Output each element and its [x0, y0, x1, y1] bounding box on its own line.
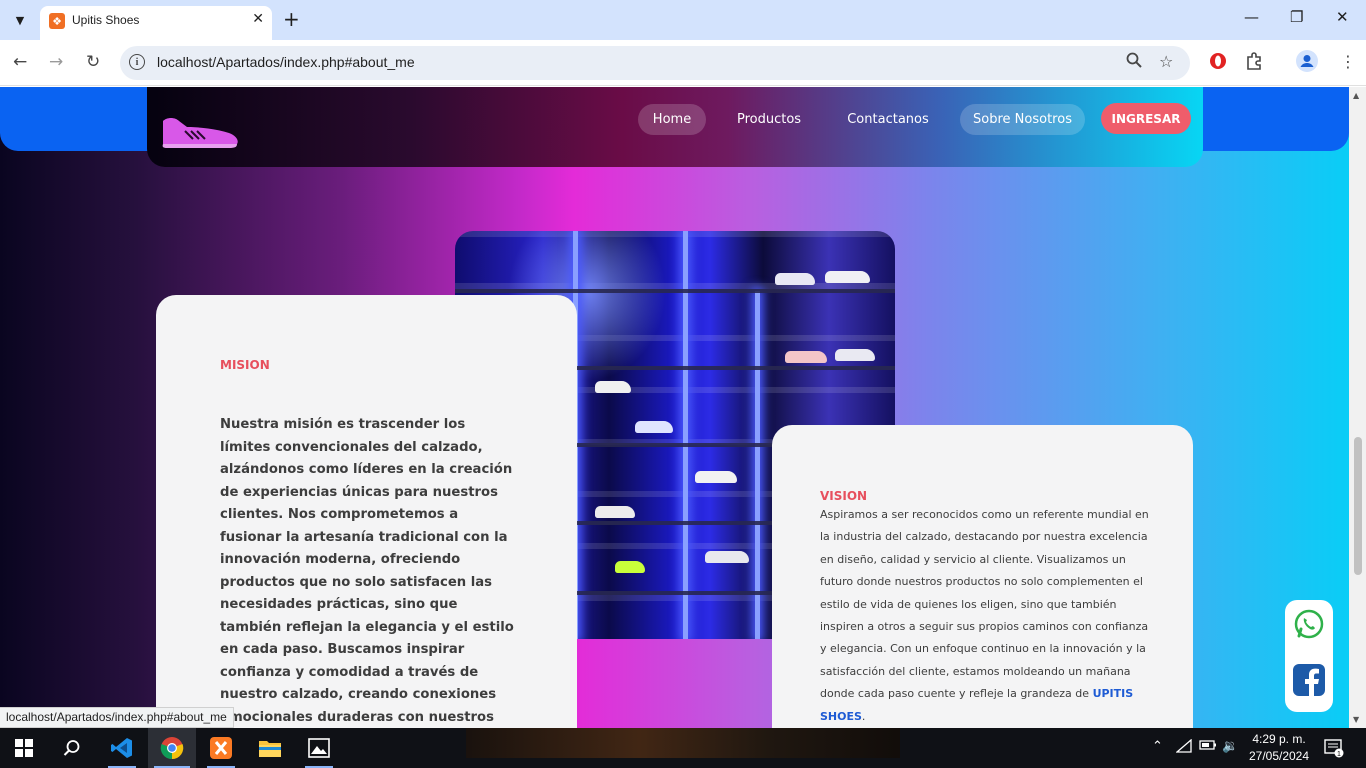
search-icon[interactable]: [48, 728, 96, 768]
social-float-panel: [1285, 600, 1333, 712]
minimize-icon[interactable]: —: [1244, 8, 1259, 26]
bookmark-star-icon[interactable]: ☆: [1159, 52, 1173, 71]
taskbar-clock[interactable]: 4:29 p. m. 27/05/2024: [1242, 731, 1316, 765]
start-windows-icon[interactable]: [0, 728, 48, 768]
address-bar[interactable]: i localhost/Apartados/index.php#about_me…: [120, 46, 1190, 80]
notification-count: 1: [1337, 751, 1341, 758]
site-info-icon[interactable]: i: [129, 54, 145, 70]
tab-search-chevron-icon[interactable]: ▼: [8, 8, 32, 32]
page-scrollbar[interactable]: ▲ ▼: [1349, 87, 1366, 728]
scroll-thumb[interactable]: [1354, 437, 1362, 575]
scroll-up-icon[interactable]: ▲: [1353, 91, 1359, 100]
notification-center-icon[interactable]: 1: [1324, 738, 1344, 762]
mision-title: MISION: [220, 358, 270, 372]
browser-toolbar: ← → ↻ i localhost/Apartados/index.php#ab…: [0, 40, 1366, 86]
chrome-icon[interactable]: [148, 728, 196, 768]
reload-icon[interactable]: ↻: [86, 52, 100, 72]
site-navbar: Home Productos Contactanos Sobre Nosotro…: [147, 87, 1203, 167]
tray-chevron-up-icon[interactable]: ⌃: [1152, 739, 1163, 754]
page-viewport: Home Productos Contactanos Sobre Nosotro…: [0, 87, 1366, 728]
restore-icon[interactable]: ❐: [1290, 8, 1303, 26]
nav-contactanos[interactable]: Contactanos: [837, 104, 939, 135]
address-bar-url[interactable]: localhost/Apartados/index.php#about_me: [157, 54, 415, 70]
file-explorer-icon[interactable]: [246, 728, 294, 768]
mision-card: MISION Nuestra misión es trascender los …: [156, 295, 577, 728]
nav-productos[interactable]: Productos: [727, 104, 811, 135]
vision-end: .: [861, 709, 866, 723]
vision-card: VISION Aspiramos a ser reconocidos como …: [772, 425, 1193, 728]
xampp-favicon-icon: ❖: [49, 13, 65, 29]
background-photo-strip: [466, 728, 900, 758]
vision-title: VISION: [820, 489, 868, 503]
nav-sobre-nosotros[interactable]: Sobre Nosotros: [960, 104, 1085, 135]
window-close-icon[interactable]: ✕: [1336, 8, 1349, 26]
back-icon[interactable]: ←: [13, 52, 27, 72]
mision-text: Nuestra misión es trascender los límites…: [220, 417, 514, 725]
zoom-icon[interactable]: [1126, 52, 1142, 72]
nav-home[interactable]: Home: [638, 104, 706, 135]
browser-menu-icon[interactable]: ⋮: [1340, 52, 1356, 71]
extensions-puzzle-icon[interactable]: [1245, 52, 1263, 74]
network-icon[interactable]: [1175, 738, 1192, 757]
vision-text: Aspiramos a ser reconocidos como un refe…: [820, 504, 1150, 728]
tab-close-icon[interactable]: ✕: [252, 11, 264, 27]
photos-icon[interactable]: [295, 728, 343, 768]
battery-icon[interactable]: [1199, 739, 1217, 755]
clock-date: 27/05/2024: [1248, 749, 1310, 763]
profile-avatar-icon[interactable]: [1296, 50, 1318, 76]
tab-title: Upitis Shoes: [72, 13, 140, 27]
ingresar-button[interactable]: INGRESAR: [1101, 103, 1191, 134]
browser-tab[interactable]: ❖ Upitis Shoes ✕: [40, 6, 272, 40]
new-tab-icon[interactable]: +: [283, 8, 300, 30]
scroll-down-icon[interactable]: ▼: [1353, 715, 1359, 724]
windows-taskbar: ⌃ 🔉 4:29 p. m. 27/05/2024 1: [0, 728, 1366, 768]
browser-tab-strip: ▼ ❖ Upitis Shoes ✕ + — ❐ ✕: [0, 0, 1366, 40]
status-url-bubble: localhost/Apartados/index.php#about_me: [0, 707, 234, 728]
forward-icon[interactable]: →: [49, 52, 63, 72]
facebook-icon[interactable]: [1293, 664, 1325, 700]
vision-body: Aspiramos a ser reconocidos como un refe…: [820, 508, 1149, 701]
extension-opera-icon[interactable]: [1209, 52, 1227, 74]
whatsapp-icon[interactable]: [1293, 608, 1325, 644]
clock-time: 4:29 p. m.: [1252, 732, 1306, 746]
vscode-icon[interactable]: [98, 728, 146, 768]
shoe-logo-icon[interactable]: [159, 113, 239, 153]
volume-icon[interactable]: 🔉: [1222, 739, 1238, 754]
xampp-icon[interactable]: [197, 728, 245, 768]
